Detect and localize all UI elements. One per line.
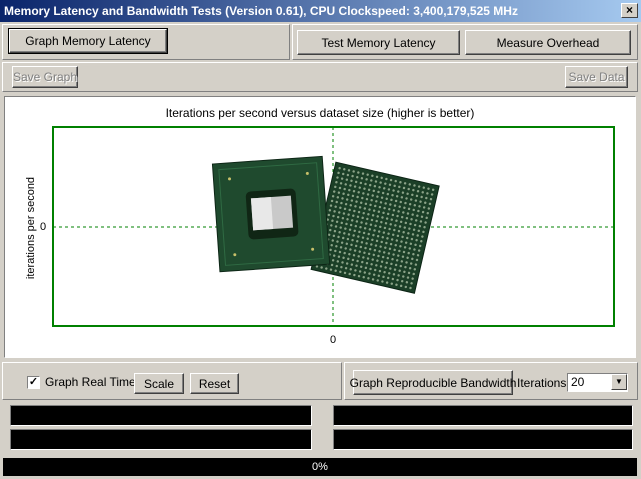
check-icon: ✓ <box>28 376 39 388</box>
status-box-top-left <box>10 405 312 426</box>
graph-reproducible-bandwidth-label: Graph Reproducible Bandwidth <box>349 375 517 390</box>
graph-real-time-checkbox[interactable]: ✓ <box>27 376 40 389</box>
reset-button[interactable]: Reset <box>190 373 239 394</box>
graph-real-time-label: Graph Real Time <box>45 375 136 389</box>
status-box-bottom-right <box>333 429 633 450</box>
scale-button[interactable]: Scale <box>134 373 184 394</box>
iterations-value: 20 <box>571 375 585 389</box>
iterations-label: Iterations: <box>517 376 570 390</box>
reset-label: Reset <box>198 376 231 391</box>
cpu-chip-image <box>211 155 440 294</box>
chevron-down-icon[interactable]: ▼ <box>611 374 627 390</box>
progress-text: 0% <box>312 461 328 473</box>
iterations-select[interactable]: 20 ▼ <box>567 373 628 392</box>
status-box-bottom-left <box>10 429 312 450</box>
progress-bar: 0% <box>3 458 637 476</box>
status-box-top-right <box>333 405 633 426</box>
graph-reproducible-bandwidth-button[interactable]: Graph Reproducible Bandwidth <box>350 370 516 395</box>
scale-label: Scale <box>143 376 175 391</box>
